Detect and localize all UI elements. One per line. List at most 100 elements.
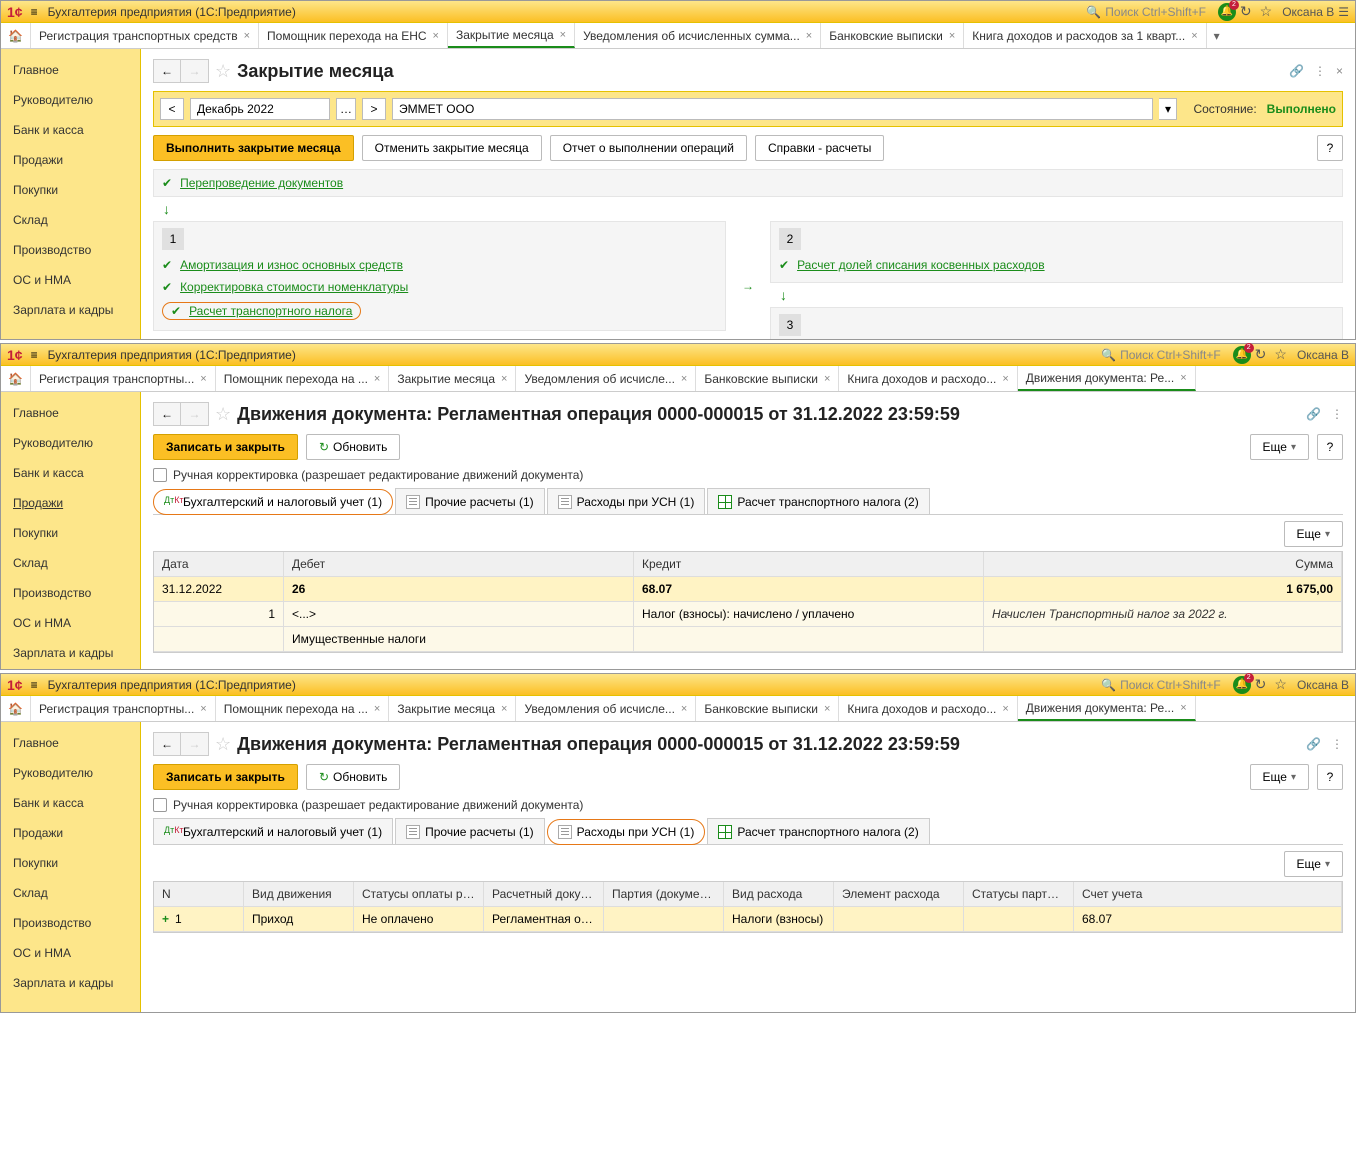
report-button[interactable]: Отчет о выполнении операций: [550, 135, 747, 161]
close-icon[interactable]: ×: [1180, 702, 1186, 714]
help-button[interactable]: ?: [1317, 135, 1343, 161]
col-party[interactable]: Партия (документ ...: [604, 882, 724, 907]
manual-checkbox[interactable]: [153, 798, 167, 812]
close-icon[interactable]: ×: [244, 30, 250, 42]
close-icon[interactable]: ×: [501, 703, 507, 715]
tab-1[interactable]: Регистрация транспортных средств×: [31, 23, 259, 48]
col-debet[interactable]: Дебет: [284, 552, 634, 577]
refresh-button[interactable]: ↻Обновить: [306, 434, 400, 460]
col-doc[interactable]: Расчетный документ: [484, 882, 604, 907]
save-close-button[interactable]: Записать и закрыть: [153, 764, 298, 790]
search-input[interactable]: 🔍Поиск Ctrl+Shift+F: [1082, 3, 1210, 21]
col-element[interactable]: Элемент расхода: [834, 882, 964, 907]
nav-production[interactable]: Производство: [1, 578, 140, 608]
forward-button[interactable]: →: [181, 732, 209, 756]
star-icon[interactable]: ☆: [1274, 676, 1287, 693]
col-date[interactable]: Дата: [154, 552, 284, 577]
col-n[interactable]: N: [154, 882, 244, 907]
table-row[interactable]: +1 Приход Не оплачено Регламентная опе..…: [154, 907, 1342, 932]
table-row[interactable]: Имущественные налоги: [154, 627, 1342, 652]
nav-bank[interactable]: Банк и касса: [1, 788, 140, 818]
col-status[interactable]: Статусы оплаты рас...: [354, 882, 484, 907]
more-button[interactable]: Еще: [1250, 434, 1309, 460]
tab-5[interactable]: Банковские выписки×: [696, 366, 839, 391]
step-amort[interactable]: Амортизация и износ основных средств: [180, 258, 403, 272]
nav-os[interactable]: ОС и НМА: [1, 265, 140, 295]
nav-salary[interactable]: Зарплата и кадры: [1, 968, 140, 998]
nav-bank[interactable]: Банк и касса: [1, 115, 140, 145]
close-icon[interactable]: ×: [200, 703, 206, 715]
subtab-other[interactable]: Прочие расчеты (1): [395, 818, 545, 844]
nav-main[interactable]: Главное: [1, 55, 140, 85]
link-icon[interactable]: 🔗: [1289, 64, 1304, 78]
nav-sales[interactable]: Продажи: [1, 488, 140, 518]
close-icon[interactable]: ×: [681, 703, 687, 715]
close-icon[interactable]: ×: [374, 703, 380, 715]
nav-purchases[interactable]: Покупки: [1, 175, 140, 205]
nav-stock[interactable]: Склад: [1, 548, 140, 578]
nav-sales[interactable]: Продажи: [1, 145, 140, 175]
star-icon[interactable]: ☆: [1260, 3, 1273, 20]
cancel-close-button[interactable]: Отменить закрытие месяца: [362, 135, 542, 161]
settings-lines-icon[interactable]: ☰: [1338, 5, 1349, 19]
tab-2[interactable]: Помощник перехода на ...×: [216, 366, 390, 391]
nav-bank[interactable]: Банк и касса: [1, 458, 140, 488]
tab-7[interactable]: Движения документа: Ре...×: [1018, 366, 1196, 391]
tab-6[interactable]: Книга доходов и расходов за 1 кварт...×: [964, 23, 1206, 48]
close-icon[interactable]: ×: [1002, 703, 1008, 715]
period-next[interactable]: >: [362, 98, 386, 120]
more-button[interactable]: Еще: [1250, 764, 1309, 790]
tab-5[interactable]: Банковские выписки×: [696, 696, 839, 721]
tab-6[interactable]: Книга доходов и расходо...×: [839, 696, 1017, 721]
link-icon[interactable]: 🔗: [1306, 737, 1321, 751]
tab-3[interactable]: Закрытие месяца×: [389, 696, 516, 721]
org-dropdown[interactable]: ▾: [1159, 98, 1177, 120]
nav-salary[interactable]: Зарплата и кадры: [1, 295, 140, 325]
subtab-usn[interactable]: Расходы при УСН (1): [547, 819, 706, 845]
nav-stock[interactable]: Склад: [1, 878, 140, 908]
hamburger-icon[interactable]: ≡: [31, 5, 38, 19]
favorite-icon[interactable]: ☆: [215, 61, 231, 82]
tab-6[interactable]: Книга доходов и расходо...×: [839, 366, 1017, 391]
history-icon[interactable]: ↻: [1255, 346, 1267, 363]
tabs-overflow[interactable]: ▾: [1207, 23, 1227, 48]
star-icon[interactable]: ☆: [1274, 346, 1287, 363]
subtab-usn[interactable]: Расходы при УСН (1): [547, 488, 706, 514]
nav-main[interactable]: Главное: [1, 728, 140, 758]
bell-icon[interactable]: 🔔: [1233, 676, 1251, 694]
step-correct[interactable]: Корректировка стоимости номенклатуры: [180, 280, 408, 294]
close-icon[interactable]: ×: [806, 30, 812, 42]
tab-4[interactable]: Уведомления об исчисленных сумма...×: [575, 23, 821, 48]
history-icon[interactable]: ↻: [1255, 676, 1267, 693]
tab-3[interactable]: Закрытие месяца×: [389, 366, 516, 391]
help-button[interactable]: ?: [1317, 434, 1343, 460]
tab-1[interactable]: Регистрация транспортны...×: [31, 366, 216, 391]
more-icon[interactable]: ⋮: [1314, 64, 1326, 78]
subtab-transport[interactable]: Расчет транспортного налога (2): [707, 488, 929, 514]
refresh-button[interactable]: ↻Обновить: [306, 764, 400, 790]
period-picker[interactable]: …: [336, 98, 356, 120]
back-button[interactable]: ←: [153, 402, 181, 426]
home-tab[interactable]: 🏠: [1, 366, 31, 391]
save-close-button[interactable]: Записать и закрыть: [153, 434, 298, 460]
favorite-icon[interactable]: ☆: [215, 404, 231, 425]
nav-production[interactable]: Производство: [1, 235, 140, 265]
hamburger-icon[interactable]: ≡: [31, 348, 38, 362]
tab-2[interactable]: Помощник перехода на ...×: [216, 696, 390, 721]
tab-7[interactable]: Движения документа: Ре...×: [1018, 696, 1196, 721]
table-row[interactable]: 1 <...> Налог (взносы): начислено / упла…: [154, 602, 1342, 627]
step-transport-tax[interactable]: Расчет транспортного налога: [189, 304, 352, 318]
close-icon[interactable]: ×: [374, 373, 380, 385]
subtab-accounting[interactable]: ДтКтБухгалтерский и налоговый учет (1): [153, 489, 393, 515]
subtab-other[interactable]: Прочие расчеты (1): [395, 488, 545, 514]
nav-os[interactable]: ОС и НМА: [1, 608, 140, 638]
table-more-button[interactable]: Еще: [1284, 851, 1343, 877]
more-icon[interactable]: ⋮: [1331, 737, 1343, 751]
nav-purchases[interactable]: Покупки: [1, 518, 140, 548]
back-button[interactable]: ←: [153, 59, 181, 83]
close-icon[interactable]: ×: [824, 703, 830, 715]
search-input[interactable]: 🔍Поиск Ctrl+Shift+F: [1097, 346, 1225, 364]
col-movement[interactable]: Вид движения: [244, 882, 354, 907]
tab-3[interactable]: Закрытие месяца×: [448, 23, 575, 48]
favorite-icon[interactable]: ☆: [215, 734, 231, 755]
